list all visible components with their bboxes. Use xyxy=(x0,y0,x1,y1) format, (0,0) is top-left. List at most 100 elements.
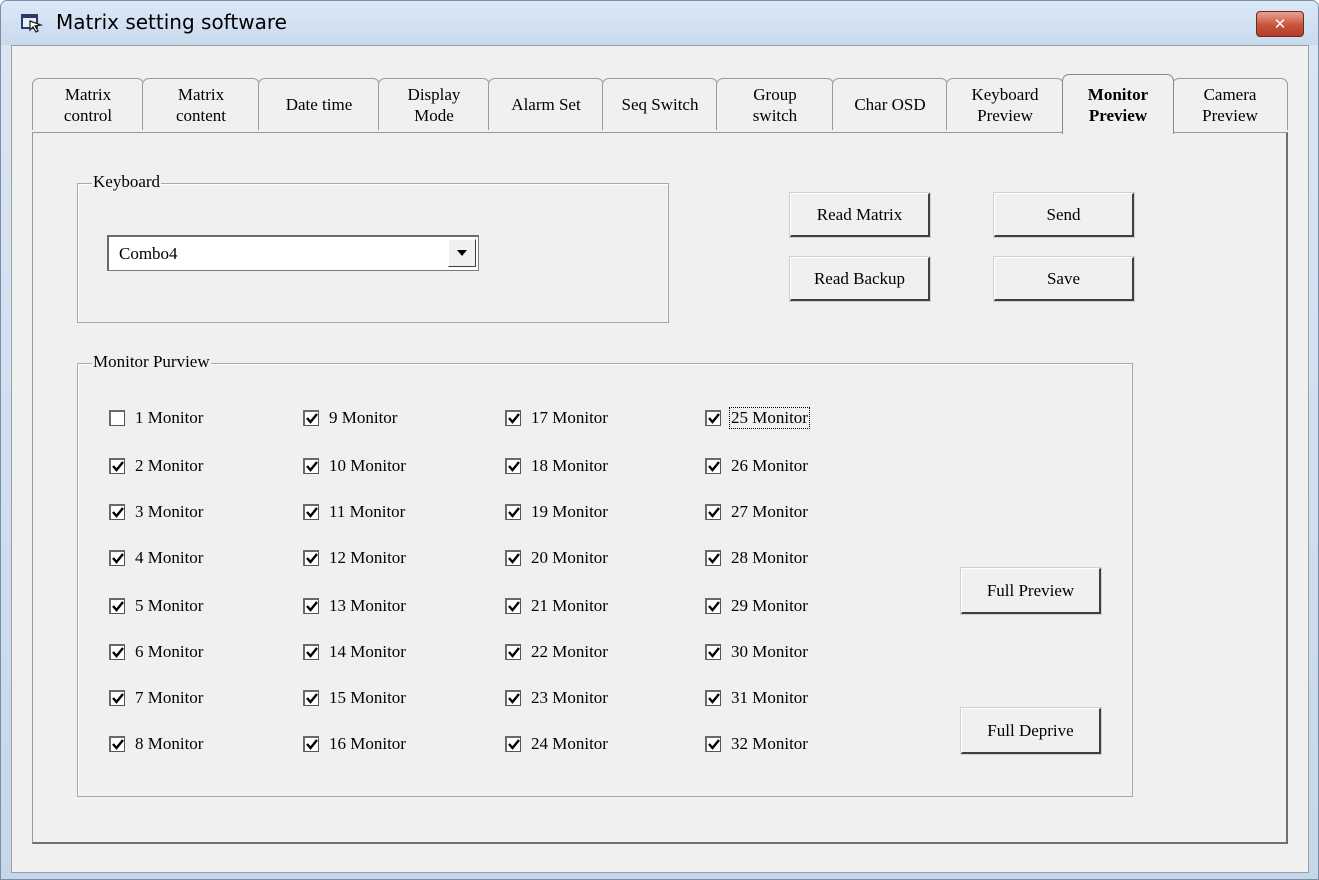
monitor-4-checkbox[interactable]: 4 Monitor xyxy=(109,545,204,571)
monitor-11-checkbox[interactable]: 11 Monitor xyxy=(303,499,406,525)
full-deprive-button[interactable]: Full Deprive xyxy=(960,707,1102,755)
monitor-20-checkbox[interactable]: 20 Monitor xyxy=(505,545,609,571)
checkbox-box[interactable] xyxy=(705,550,721,566)
tab-date-time[interactable]: Date time xyxy=(258,78,380,130)
monitor-24-checkbox[interactable]: 24 Monitor xyxy=(505,731,609,757)
tab-keyboard-preview[interactable]: Keyboard Preview xyxy=(946,78,1064,130)
checkbox-box[interactable] xyxy=(705,504,721,520)
monitor-30-checkbox[interactable]: 30 Monitor xyxy=(705,639,809,665)
checkmark-icon xyxy=(707,507,720,518)
checkbox-box[interactable] xyxy=(109,504,125,520)
checkbox-box[interactable] xyxy=(109,736,125,752)
tab-monitor-preview[interactable]: Monitor Preview xyxy=(1062,74,1174,134)
monitor-12-checkbox[interactable]: 12 Monitor xyxy=(303,545,407,571)
monitor-13-checkbox[interactable]: 13 Monitor xyxy=(303,593,407,619)
tab-camera-preview[interactable]: Camera Preview xyxy=(1172,78,1288,130)
checkmark-icon xyxy=(507,739,520,750)
checkbox-box[interactable] xyxy=(303,644,319,660)
tab-label: Camera Preview xyxy=(1202,84,1258,125)
checkbox-box[interactable] xyxy=(109,644,125,660)
monitor-2-checkbox[interactable]: 2 Monitor xyxy=(109,453,204,479)
checkbox-box[interactable] xyxy=(705,598,721,614)
monitor-checkbox-label: 14 Monitor xyxy=(329,642,406,661)
checkmark-icon xyxy=(707,739,720,750)
app-window-icon xyxy=(21,14,43,33)
checkmark-icon xyxy=(111,601,124,612)
read-backup-button[interactable]: Read Backup xyxy=(789,256,931,302)
monitor-1-checkbox[interactable]: 1 Monitor xyxy=(109,405,204,431)
monitor-15-checkbox[interactable]: 15 Monitor xyxy=(303,685,407,711)
monitor-28-checkbox[interactable]: 28 Monitor xyxy=(705,545,809,571)
monitor-19-checkbox[interactable]: 19 Monitor xyxy=(505,499,609,525)
checkmark-icon xyxy=(707,601,720,612)
monitor-14-checkbox[interactable]: 14 Monitor xyxy=(303,639,407,665)
send-button[interactable]: Send xyxy=(993,192,1135,238)
checkbox-box[interactable] xyxy=(303,736,319,752)
checkbox-box[interactable] xyxy=(505,598,521,614)
monitor-checkbox-label: 10 Monitor xyxy=(329,456,406,475)
monitor-29-checkbox[interactable]: 29 Monitor xyxy=(705,593,809,619)
tab-matrix-control[interactable]: Matrix control xyxy=(32,78,144,130)
checkbox-box[interactable] xyxy=(109,598,125,614)
checkbox-box[interactable] xyxy=(303,598,319,614)
monitor-6-checkbox[interactable]: 6 Monitor xyxy=(109,639,204,665)
checkbox-box[interactable] xyxy=(705,644,721,660)
monitor-31-checkbox[interactable]: 31 Monitor xyxy=(705,685,809,711)
title-bar[interactable]: Matrix setting software ✕ xyxy=(1,1,1318,45)
monitor-3-checkbox[interactable]: 3 Monitor xyxy=(109,499,204,525)
checkbox-box[interactable] xyxy=(505,504,521,520)
tab-char-osd[interactable]: Char OSD xyxy=(832,78,948,130)
checkbox-box[interactable] xyxy=(109,690,125,706)
tab-seq-switch[interactable]: Seq Switch xyxy=(602,78,718,130)
checkbox-box[interactable] xyxy=(109,550,125,566)
monitor-checkbox-label: 4 Monitor xyxy=(135,548,204,567)
monitor-checkbox-label: 5 Monitor xyxy=(135,596,204,615)
monitor-checkbox-label: 21 Monitor xyxy=(531,596,608,615)
checkmark-icon xyxy=(507,601,520,612)
checkbox-box[interactable] xyxy=(505,644,521,660)
tab-alarm-set[interactable]: Alarm Set xyxy=(488,78,604,130)
checkbox-box[interactable] xyxy=(505,690,521,706)
monitor-26-checkbox[interactable]: 26 Monitor xyxy=(705,453,809,479)
checkbox-box[interactable] xyxy=(303,550,319,566)
checkbox-box[interactable] xyxy=(705,410,721,426)
monitor-23-checkbox[interactable]: 23 Monitor xyxy=(505,685,609,711)
checkbox-box[interactable] xyxy=(505,550,521,566)
monitor-27-checkbox[interactable]: 27 Monitor xyxy=(705,499,809,525)
read-matrix-button[interactable]: Read Matrix xyxy=(789,192,931,238)
monitor-9-checkbox[interactable]: 9 Monitor xyxy=(303,405,398,431)
tab-matrix-content[interactable]: Matrix content xyxy=(142,78,260,130)
monitor-22-checkbox[interactable]: 22 Monitor xyxy=(505,639,609,665)
monitor-21-checkbox[interactable]: 21 Monitor xyxy=(505,593,609,619)
checkbox-box[interactable] xyxy=(505,736,521,752)
checkbox-box[interactable] xyxy=(705,458,721,474)
full-preview-button[interactable]: Full Preview xyxy=(960,567,1102,615)
checkbox-box[interactable] xyxy=(109,410,125,426)
checkbox-box[interactable] xyxy=(303,410,319,426)
monitor-17-checkbox[interactable]: 17 Monitor xyxy=(505,405,609,431)
monitor-7-checkbox[interactable]: 7 Monitor xyxy=(109,685,204,711)
monitor-18-checkbox[interactable]: 18 Monitor xyxy=(505,453,609,479)
keyboard-group-label: Keyboard xyxy=(92,172,162,192)
tab-display-mode[interactable]: Display Mode xyxy=(378,78,490,130)
checkbox-box[interactable] xyxy=(109,458,125,474)
checkbox-box[interactable] xyxy=(505,458,521,474)
monitor-8-checkbox[interactable]: 8 Monitor xyxy=(109,731,204,757)
monitor-25-checkbox[interactable]: 25 Monitor xyxy=(705,405,810,431)
checkbox-box[interactable] xyxy=(303,690,319,706)
tab-group-switch[interactable]: Group switch xyxy=(716,78,834,130)
save-button[interactable]: Save xyxy=(993,256,1135,302)
checkbox-box[interactable] xyxy=(505,410,521,426)
checkbox-box[interactable] xyxy=(705,736,721,752)
close-button[interactable]: ✕ xyxy=(1256,11,1304,37)
monitor-32-checkbox[interactable]: 32 Monitor xyxy=(705,731,809,757)
checkbox-box[interactable] xyxy=(705,690,721,706)
keyboard-select[interactable]: Combo4 xyxy=(107,235,479,271)
monitor-16-checkbox[interactable]: 16 Monitor xyxy=(303,731,407,757)
checkbox-box[interactable] xyxy=(303,504,319,520)
monitor-5-checkbox[interactable]: 5 Monitor xyxy=(109,593,204,619)
monitor-10-checkbox[interactable]: 10 Monitor xyxy=(303,453,407,479)
checkbox-box[interactable] xyxy=(303,458,319,474)
dropdown-button[interactable] xyxy=(448,239,476,267)
tab-label: Matrix control xyxy=(63,84,113,125)
